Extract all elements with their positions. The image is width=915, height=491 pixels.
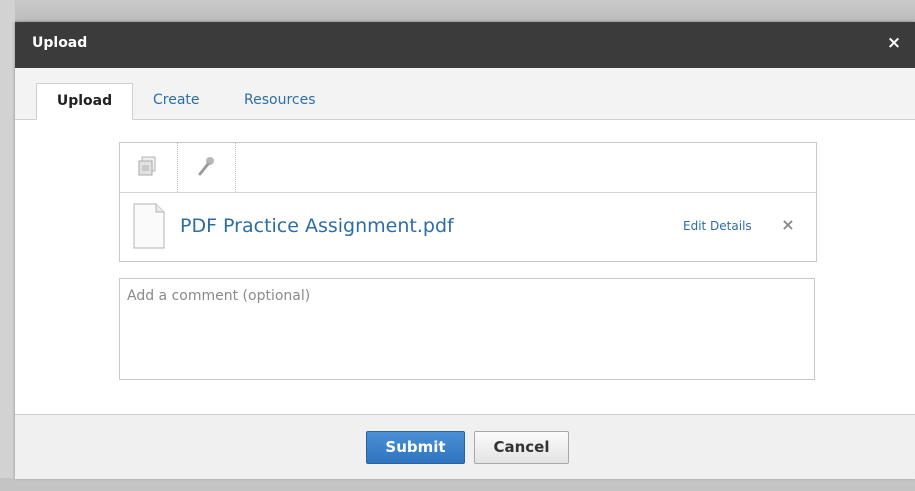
remove-file-icon[interactable]: × bbox=[780, 214, 796, 236]
document-icon bbox=[133, 203, 165, 253]
upload-toolbar bbox=[120, 143, 816, 193]
tab-resources[interactable]: Resources bbox=[244, 83, 316, 119]
edit-details-link[interactable]: Edit Details bbox=[683, 219, 752, 233]
close-icon[interactable]: × bbox=[883, 31, 905, 55]
upload-area: PDF Practice Assignment.pdf Edit Details… bbox=[119, 142, 817, 262]
submit-button[interactable]: Submit bbox=[366, 431, 465, 464]
cancel-button[interactable]: Cancel bbox=[474, 431, 569, 464]
record-audio-button[interactable] bbox=[178, 143, 236, 192]
attached-file-row: PDF Practice Assignment.pdf Edit Details… bbox=[120, 193, 816, 261]
add-file-icon bbox=[138, 155, 158, 181]
tab-bar: Upload Create Resources bbox=[15, 68, 915, 120]
dialog-footer: Submit Cancel bbox=[15, 414, 915, 479]
file-name-link[interactable]: PDF Practice Assignment.pdf bbox=[180, 215, 454, 237]
tab-create[interactable]: Create bbox=[153, 83, 200, 119]
comment-field[interactable] bbox=[119, 278, 815, 380]
tab-upload[interactable]: Upload bbox=[36, 83, 133, 120]
microphone-icon bbox=[196, 155, 216, 181]
background-page-top bbox=[0, 0, 915, 22]
upload-dialog: Upload × Upload Create Resources PDF Pra… bbox=[15, 22, 915, 479]
dialog-title: Upload bbox=[32, 35, 88, 51]
background-page-bottom bbox=[0, 478, 915, 491]
background-page-left bbox=[0, 0, 15, 491]
dialog-titlebar: Upload × bbox=[15, 22, 915, 68]
add-file-button[interactable] bbox=[120, 143, 178, 192]
